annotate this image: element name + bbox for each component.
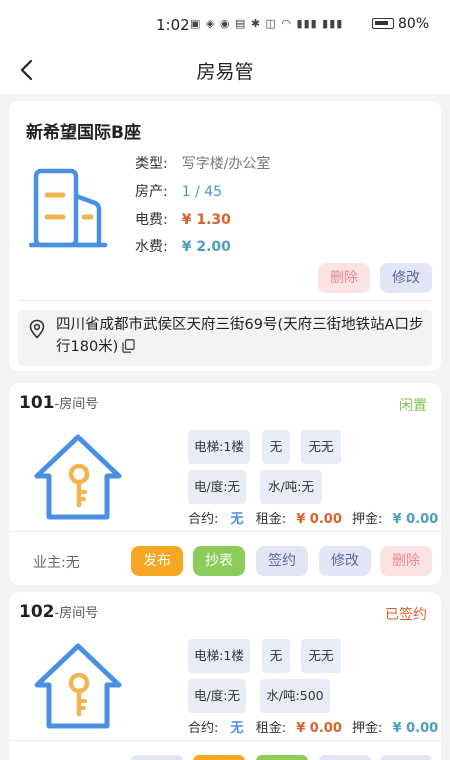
rent-label: 租金: (255, 512, 287, 527)
nav-bar: 房易管 (0, 46, 450, 94)
edit-room-button[interactable] (380, 755, 432, 760)
room-number-suffix: -房间号 (54, 397, 99, 412)
divider (9, 740, 441, 741)
copy-icon[interactable] (122, 339, 135, 353)
water-row: 水费: ¥ 2.00 (135, 237, 231, 257)
sign-contract-button[interactable] (319, 755, 371, 760)
contract-label: 合约: (188, 512, 219, 527)
rent-value: ¥ 0.00 (296, 512, 342, 527)
house-key-icon (34, 643, 122, 729)
room-number: 101-房间号 (19, 393, 98, 413)
tag-elevator: 电梯:1楼 (188, 430, 250, 464)
meter-reading-button[interactable] (256, 755, 308, 760)
count-value: 1 / 45 (181, 184, 223, 200)
room-status: 已签约 (385, 607, 427, 623)
tag-electric: 电/度:无 (188, 470, 246, 504)
deposit-label: 押金: (352, 721, 383, 736)
tag-water: 水/吨:无 (260, 470, 322, 504)
address-box: 四川省成都市武侯区天府三街69号(天府三街地铁站A口步行180米) (18, 310, 432, 366)
property-card: 新希望国际B座 类型: 写字楼/办公室 房产: 1 / 45 电费: ¥ 1.30 水… (9, 101, 441, 371)
battery-percent: 80% (398, 16, 430, 32)
property-address: 四川省成都市武侯区天府三街69号(天府三街地铁站A口步行180米) (56, 314, 428, 358)
house-key-icon (34, 434, 122, 520)
button-peek[interactable] (131, 755, 183, 760)
status-icons: ▣ ◈ ◉ ▤ ✱ ◫ ◠ ▮▮▮ ▮▮▮ (190, 17, 344, 30)
delete-room-button[interactable]: 删除 (380, 546, 432, 576)
water-label: 水费: (135, 239, 168, 255)
deposit-value: ¥ 0.00 (392, 512, 439, 527)
tag-electric: 电/度:无 (188, 679, 246, 713)
type-label: 类型: (135, 156, 168, 172)
tag-none: 无 (262, 430, 290, 464)
electric-row: 电费: ¥ 1.30 (135, 210, 231, 230)
type-row: 类型: 写字楼/办公室 (135, 154, 270, 174)
tag-none-2: 无无 (301, 430, 341, 464)
contract-value: 无 (230, 721, 244, 736)
electric-label: 电费: (135, 212, 168, 228)
room-number-value: 102 (19, 602, 55, 622)
count-row: 房产: 1 / 45 (135, 182, 222, 202)
room-number-value: 101 (19, 393, 55, 413)
divider (18, 300, 432, 301)
room-card: 101-房间号 闲置 电梯:1楼 无 无无 电/度:无 水/吨:无 合约: 无 … (9, 383, 441, 585)
page-title: 房易管 (196, 61, 254, 83)
type-value: 写字楼/办公室 (181, 156, 271, 172)
room-number: 102-房间号 (19, 602, 98, 622)
tag-water: 水/吨:500 (260, 679, 330, 713)
electric-value: ¥ 1.30 (181, 212, 231, 228)
money-row: 合约: 无 租金: ¥ 0.00 押金: ¥ 0.00 (188, 508, 438, 527)
meter-reading-button[interactable]: 抄表 (193, 546, 245, 576)
room-status: 闲置 (399, 398, 427, 414)
room-card: 102-房间号 已签约 电梯:1楼 无 无无 电/度:无 水/吨:500 合约:… (9, 592, 441, 760)
building-icon (29, 168, 108, 248)
divider (9, 531, 441, 532)
property-name: 新希望国际B座 (26, 123, 141, 143)
deposit-label: 押金: (352, 512, 383, 527)
room-number-suffix: -房间号 (54, 606, 99, 621)
publish-button[interactable]: 发布 (131, 546, 183, 576)
owner-label: 业主:无 (33, 555, 80, 571)
rent-value: ¥ 0.00 (296, 721, 342, 736)
deposit-value: ¥ 0.00 (392, 721, 439, 736)
sign-contract-button[interactable]: 签约 (256, 546, 308, 576)
water-value: ¥ 2.00 (181, 239, 231, 255)
status-bar: 1:02 ▣ ◈ ◉ ▤ ✱ ◫ ◠ ▮▮▮ ▮▮▮ 80% (0, 0, 450, 46)
tag-none: 无 (262, 639, 290, 673)
edit-property-button[interactable]: 修改 (380, 263, 432, 293)
rent-label: 租金: (255, 721, 287, 736)
count-label: 房产: (135, 184, 168, 200)
tag-none-2: 无无 (301, 639, 341, 673)
contract-label: 合约: (188, 721, 219, 736)
money-row: 合约: 无 租金: ¥ 0.00 押金: ¥ 0.00 (188, 717, 438, 736)
edit-room-button[interactable]: 修改 (319, 546, 371, 576)
tag-elevator: 电梯:1楼 (188, 639, 250, 673)
location-pin-icon (29, 319, 45, 339)
delete-property-button[interactable]: 删除 (318, 263, 370, 293)
address-text: 四川省成都市武侯区天府三街69号(天府三街地铁站A口步行180米) (56, 317, 424, 355)
contract-value: 无 (230, 512, 244, 527)
publish-button[interactable] (193, 755, 245, 760)
battery-icon (372, 18, 394, 29)
status-time: 1:02 (156, 16, 190, 34)
